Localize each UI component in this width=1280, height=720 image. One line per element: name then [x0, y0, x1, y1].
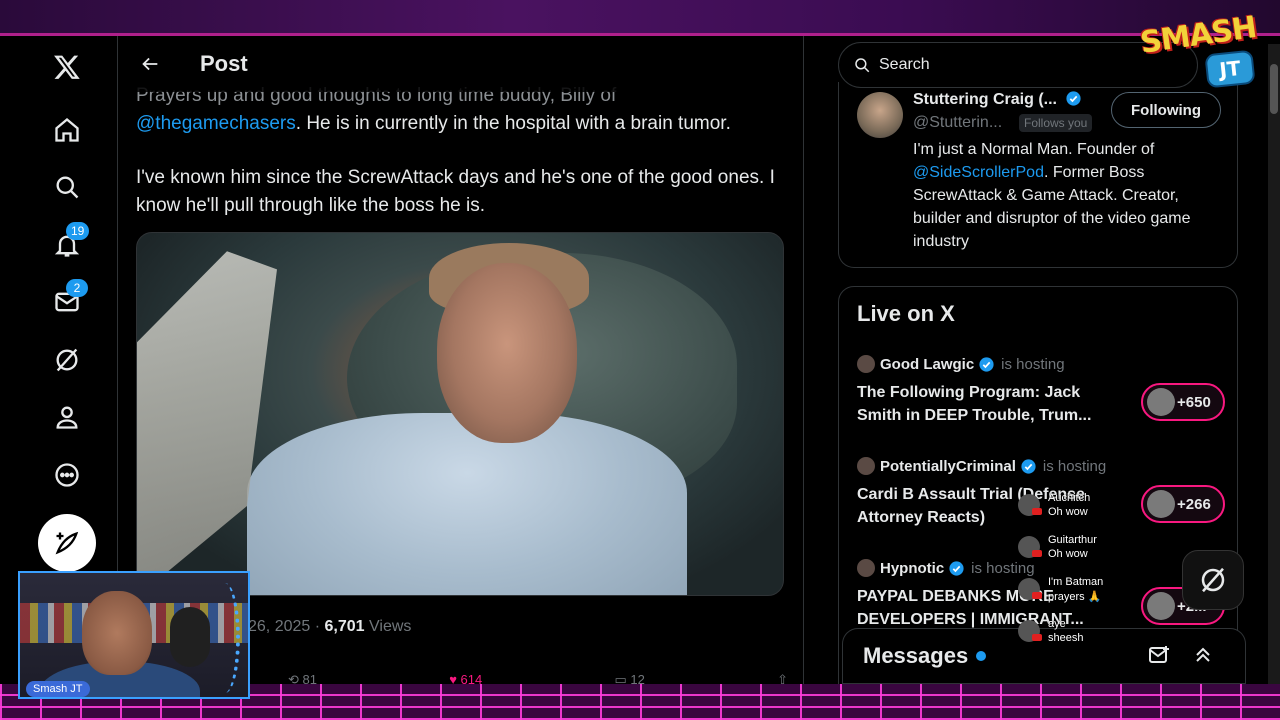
host-avatar [857, 457, 875, 475]
compose-button[interactable] [38, 514, 96, 572]
like-button[interactable]: ♥ 614 [449, 672, 482, 684]
host-name: PotentiallyCriminal [880, 457, 1016, 475]
webcam-label: Smash JT [26, 681, 90, 697]
scroll-thumb[interactable] [1270, 64, 1278, 114]
stream-chat: Auchitch Oh wow Guitarthur Oh wow I'm Ba… [1012, 490, 1162, 658]
search-placeholder: Search [879, 56, 930, 73]
chat-text: sheesh [1048, 632, 1084, 644]
chat-text: Oh wow [1048, 548, 1088, 560]
arrow-left-icon [142, 57, 158, 71]
profile-bio: I'm just a Normal Man. Founder of @SideS… [913, 138, 1213, 253]
follows-you-badge: Follows you [1019, 114, 1093, 132]
chat-text: Oh wow [1048, 506, 1088, 518]
jt-logo-badge: JT [1204, 49, 1256, 89]
host-status: is hosting [1042, 457, 1107, 475]
search-icon[interactable] [42, 162, 92, 212]
youtube-icon [1032, 592, 1042, 599]
messages-title: Messages [863, 643, 969, 668]
tweet-line1-suffix: . He is in currently in the hospital wit… [295, 113, 731, 134]
live-item[interactable]: Good Lawgic is hosting The Following Pro… [857, 355, 1227, 427]
profile-handle: @Stutterin... [913, 114, 1003, 131]
bookmark-count: 12 [630, 672, 645, 684]
host-avatar [857, 559, 875, 577]
following-button[interactable]: Following [1111, 92, 1221, 128]
chat-user: I'm Batman [1048, 576, 1104, 588]
listener-count: +650 [1177, 393, 1211, 411]
youtube-icon [1032, 550, 1042, 557]
tweet-meta: 26, 2025 · 6,701 Views [248, 618, 412, 635]
scrollbar[interactable] [1268, 44, 1280, 684]
tweet-date: 26, 2025 [248, 618, 311, 635]
unread-dot [976, 651, 987, 661]
chat-message: I'm Batman prayers 🙏 [1012, 574, 1162, 616]
tweet-paragraph-2: I've known him since the ScrewAttack day… [136, 167, 775, 216]
led-light [210, 583, 240, 693]
youtube-icon [1032, 508, 1042, 515]
listener-count: +266 [1177, 495, 1211, 513]
more-icon[interactable] [42, 450, 92, 500]
host-avatar [857, 355, 875, 373]
grok-float-button[interactable] [1182, 550, 1244, 610]
chat-message: Guitarthur Oh wow [1012, 532, 1162, 574]
avatar[interactable] [857, 92, 903, 138]
tweet-image[interactable] [136, 232, 784, 596]
grok-icon [1201, 567, 1225, 593]
grok-icon[interactable] [42, 335, 92, 385]
x-logo-icon[interactable] [42, 42, 92, 92]
views-label: Views [369, 618, 412, 635]
repost-count: 81 [302, 672, 317, 684]
share-icon[interactable]: ⇧ [777, 672, 788, 684]
verified-badge-icon [1066, 91, 1082, 106]
messages-nav[interactable]: 2 [42, 277, 92, 327]
bio-prefix: I'm just a Normal Man. Founder of [913, 141, 1155, 158]
profile-card: Stuttering Craig (... @Stutterin... Foll… [838, 82, 1238, 268]
chat-message: Auchitch Oh wow [1012, 490, 1162, 532]
profile-name-text: Stuttering Craig (... [913, 91, 1057, 108]
profile-name[interactable]: Stuttering Craig (... [913, 90, 1082, 109]
like-count: 614 [460, 672, 483, 684]
notifications-nav[interactable]: 19 [42, 220, 92, 270]
tweet-actions: ⟲ 81 ♥ 614 ▭ 12 ⇧ [288, 672, 788, 684]
profile-icon[interactable] [42, 392, 92, 442]
chat-message: aye sheesh [1012, 616, 1162, 658]
webcam-overlay: Smash JT [18, 571, 250, 699]
stream-top-overlay [0, 0, 1280, 36]
verified-badge-icon [1021, 458, 1036, 474]
compose-icon [55, 531, 79, 555]
microphone [170, 607, 210, 667]
live-title: Live on X [857, 301, 955, 326]
tweet-text: Prayers up and good thoughts to long tim… [136, 82, 776, 246]
bio-mention-link[interactable]: @SideScrollerPod [913, 164, 1044, 181]
verified-badge-icon [949, 560, 964, 576]
search-icon [855, 58, 870, 73]
notifications-badge: 19 [66, 222, 90, 240]
chevron-up-icon[interactable] [1191, 643, 1215, 667]
host-name: Good Lawgic [880, 355, 975, 373]
listener-avatar [1147, 388, 1175, 416]
chat-text: prayers 🙏 [1048, 591, 1102, 603]
repost-button[interactable]: ⟲ 81 [288, 672, 317, 684]
live-topic: The Following Program: Jack Smith in DEE… [857, 384, 1092, 424]
home-icon[interactable] [42, 105, 92, 155]
chat-user: aye [1048, 618, 1066, 630]
host-name: Hypnotic [880, 559, 945, 577]
listener-pill[interactable]: +650 [1141, 383, 1225, 421]
image-face [437, 263, 577, 443]
post-header: Post [118, 36, 803, 92]
back-button[interactable] [130, 44, 170, 84]
views-count: 6,701 [324, 618, 365, 635]
image-gown [247, 413, 687, 595]
tweet-mention-link[interactable]: @thegamechasers [136, 113, 296, 134]
host-status: is hosting [1001, 355, 1065, 373]
youtube-icon [1032, 634, 1042, 641]
page-title: Post [200, 51, 248, 76]
verified-badge-icon [979, 356, 994, 372]
bookmark-button[interactable]: ▭ 12 [614, 672, 644, 684]
chat-user: Guitarthur [1048, 534, 1097, 546]
chat-user: Auchitch [1048, 492, 1091, 504]
messages-badge: 2 [66, 279, 88, 297]
streamer-face [82, 591, 152, 675]
